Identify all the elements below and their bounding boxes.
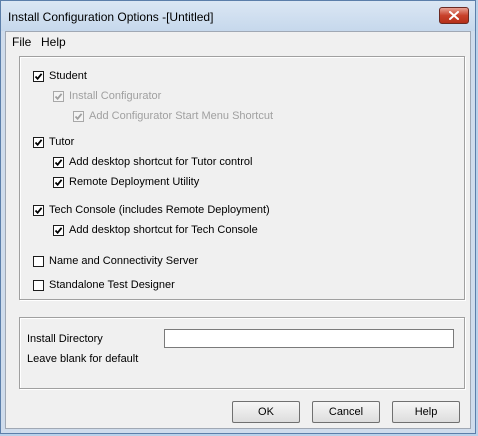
checkmark-icon: [54, 178, 63, 186]
dialog-window: Install Configuration Options -[Untitled…: [0, 0, 476, 434]
option-name-server[interactable]: Name and Connectivity Server: [33, 254, 198, 268]
checkmark-icon: [54, 158, 63, 166]
tech-console-label: Tech Console (includes Remote Deployment…: [49, 204, 270, 216]
configurator-shortcut-label: Add Configurator Start Menu Shortcut: [89, 110, 274, 122]
menu-help[interactable]: Help: [41, 35, 66, 49]
install-configurator-label: Install Configurator: [69, 90, 162, 102]
checkmark-icon: [34, 206, 43, 214]
option-configurator-shortcut[interactable]: Add Configurator Start Menu Shortcut: [73, 109, 273, 123]
configurator-shortcut-checkbox[interactable]: [73, 110, 84, 122]
test-designer-checkbox[interactable]: [33, 279, 44, 291]
tutor-checkbox[interactable]: [33, 136, 44, 148]
checkmark-icon: [34, 72, 43, 80]
help-button[interactable]: Help: [392, 401, 460, 423]
option-tutor-shortcut[interactable]: Add desktop shortcut for Tutor control: [53, 155, 252, 169]
ok-button[interactable]: OK: [232, 401, 300, 423]
test-designer-label: Standalone Test Designer: [49, 279, 175, 291]
student-label: Student: [49, 70, 87, 82]
cancel-button[interactable]: Cancel: [312, 401, 380, 423]
option-tech-console-shortcut[interactable]: Add desktop shortcut for Tech Console: [53, 223, 258, 237]
checkmark-icon: [54, 226, 63, 234]
title-bar[interactable]: Install Configuration Options -[Untitled…: [1, 1, 475, 31]
checkmark-icon: [54, 92, 63, 100]
tech-console-checkbox[interactable]: [33, 204, 44, 216]
student-checkbox[interactable]: [33, 70, 44, 82]
option-remote-deployment[interactable]: Remote Deployment Utility: [53, 175, 199, 189]
option-tech-console[interactable]: Tech Console (includes Remote Deployment…: [33, 203, 270, 217]
option-tutor[interactable]: Tutor: [33, 135, 74, 149]
name-server-checkbox[interactable]: [33, 255, 44, 267]
tutor-shortcut-label: Add desktop shortcut for Tutor control: [69, 156, 253, 168]
name-server-label: Name and Connectivity Server: [49, 255, 199, 267]
menu-bar: File Help: [6, 32, 470, 50]
checkmark-icon: [34, 138, 43, 146]
option-student[interactable]: Student: [33, 69, 87, 83]
remote-deployment-label: Remote Deployment Utility: [69, 176, 200, 188]
option-install-configurator[interactable]: Install Configurator: [53, 89, 161, 103]
tutor-shortcut-checkbox[interactable]: [53, 156, 64, 168]
remote-deployment-checkbox[interactable]: [53, 176, 64, 188]
window-title: Install Configuration Options -[Untitled…: [8, 10, 214, 24]
tech-console-shortcut-checkbox[interactable]: [53, 224, 64, 236]
dialog-client-area: File Help Student Install Configurator A…: [5, 31, 471, 429]
install-directory-label: Install Directory: [27, 333, 103, 345]
install-directory-input[interactable]: [164, 329, 454, 348]
close-icon: [449, 11, 459, 20]
install-directory-hint: Leave blank for default: [27, 353, 139, 365]
tech-console-shortcut-label: Add desktop shortcut for Tech Console: [69, 224, 258, 236]
option-test-designer[interactable]: Standalone Test Designer: [33, 278, 175, 292]
menu-file[interactable]: File: [12, 35, 31, 49]
close-button[interactable]: [439, 7, 469, 24]
install-configurator-checkbox[interactable]: [53, 90, 64, 102]
tutor-label: Tutor: [49, 136, 75, 148]
checkmark-icon: [74, 112, 83, 120]
